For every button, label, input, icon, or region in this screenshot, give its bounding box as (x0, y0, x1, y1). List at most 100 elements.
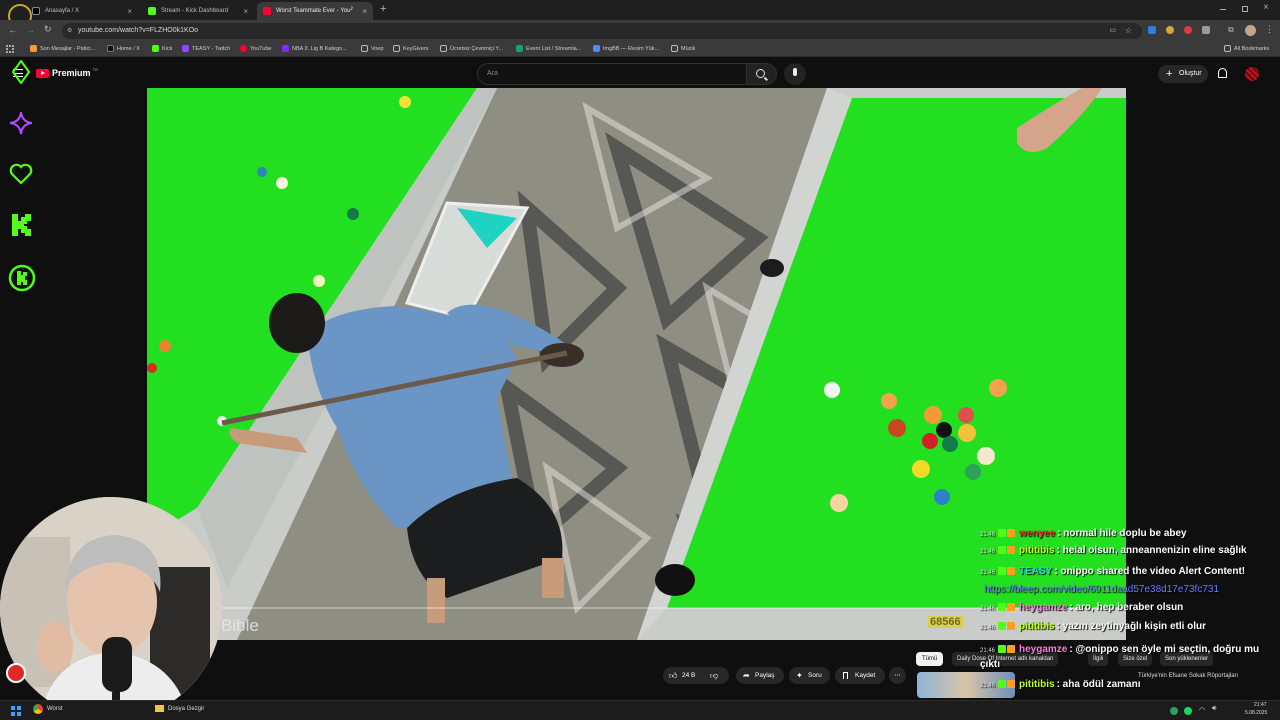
voice-search-button[interactable] (784, 63, 806, 85)
reload-icon[interactable]: ↻ (44, 24, 52, 35)
bookmark-folder[interactable]: Ücretsiz Çevrimiçi Y... (440, 45, 503, 52)
extension-icon[interactable] (1148, 26, 1156, 34)
youtube-logo[interactable]: Premium TR (36, 67, 98, 78)
browser-tab-bar: Anasayfa / X × Stream - Kick Dashboard ×… (0, 0, 1280, 28)
bookmark-item[interactable]: NBA 3. Lig B Katego... (282, 45, 347, 52)
more-actions-button[interactable]: ⋯ (889, 667, 906, 684)
bookmark-item[interactable]: Son Mesajlar - Patici... (30, 45, 95, 52)
chat-username[interactable]: wenyee (1019, 528, 1055, 539)
chat-timestamp: 21:46 (980, 549, 996, 555)
bookmark-item[interactable]: Kick (152, 45, 172, 52)
extension-icon[interactable] (1202, 26, 1210, 34)
menu-kebab-icon[interactable]: ⋮ (1265, 24, 1274, 35)
back-icon[interactable]: ← (8, 25, 17, 35)
bookmark-item[interactable]: ImgBB — Resim Yük... (593, 45, 659, 52)
notifications-bell-icon[interactable] (1218, 68, 1227, 78)
browser-toolbar: ← → ↻ ⚙ youtube.com/watch?v=FLZHO0k1KOo … (0, 20, 1280, 42)
forward-icon[interactable]: → (26, 25, 35, 35)
chat-text: : aro, hep beraber olsun (1069, 602, 1184, 613)
chat-link[interactable]: https://bleep.com/video/6911daad57e38d17… (984, 584, 1219, 595)
share-button[interactable]: ➦ Paylaş (736, 667, 784, 684)
create-button[interactable]: + Oluştur (1158, 65, 1208, 83)
chat-username[interactable]: pititibis (1019, 679, 1055, 690)
all-bookmarks[interactable]: All Bookmarks (1224, 45, 1269, 52)
x-logo-icon (32, 7, 40, 15)
chat-badge-icon (1007, 546, 1016, 554)
tray-icon[interactable] (1170, 707, 1178, 715)
site-info-icon[interactable]: ⚙ (67, 23, 72, 39)
install-app-icon[interactable]: ▭ (1109, 23, 1116, 39)
tab-youtube[interactable]: Worst Teammate Ever - You ♪ × (257, 2, 373, 20)
bookmark-folder[interactable]: KeyGivers (393, 45, 428, 52)
chat-timestamp: 21:46 (980, 683, 996, 689)
maximize-icon[interactable] (1242, 6, 1248, 12)
clock-date[interactable]: 5.08.2025 (1245, 710, 1267, 716)
url-bar[interactable]: ⚙ youtube.com/watch?v=FLZHO0k1KOo ▭ ☆ (62, 23, 1142, 39)
chat-badge-icon (1007, 645, 1016, 653)
chat-text: : onippo shared the video Alert Content! (1054, 566, 1246, 577)
chat-username[interactable]: heygamze (1019, 602, 1067, 613)
extension-icon[interactable] (1184, 26, 1192, 34)
chat-message: 21:46 pititibis: aha ödül zamanı (980, 679, 1280, 696)
premium-label: Premium (52, 68, 91, 78)
chat-badge-icon (1007, 603, 1016, 611)
new-tab-button[interactable]: + (380, 3, 386, 15)
chat-badge-icon (998, 546, 1007, 554)
sparkle-small-icon: ✦ (796, 671, 803, 680)
bookmark-star-icon[interactable]: ☆ (1125, 23, 1132, 39)
volume-icon[interactable]: 🔊︎ (1212, 705, 1216, 713)
chrome-icon (33, 704, 43, 714)
bookmark-item[interactable]: TEASY - Twitch (182, 45, 230, 52)
tab-title: Anasayfa / X (45, 8, 80, 14)
save-button[interactable]: Kaydet (835, 667, 885, 684)
like-button[interactable]: 👍︎ 24 B 👎︎ (663, 667, 729, 684)
speaker-icon[interactable]: ♪ (350, 5, 354, 12)
apps-grid-icon[interactable] (6, 45, 14, 53)
extensions-puzzle-icon[interactable]: ⧉ (1228, 25, 1234, 35)
share-arrow-icon: ➦ (743, 671, 750, 680)
close-tab-icon[interactable]: × (362, 7, 367, 16)
webcam-overlay (0, 497, 222, 720)
search-button[interactable] (747, 63, 777, 85)
close-tab-icon[interactable]: × (243, 7, 248, 16)
bookmark-item[interactable]: Event List / Streamla... (516, 45, 581, 52)
close-window-icon[interactable]: × (1263, 2, 1269, 13)
windows-start-icon[interactable] (11, 706, 21, 716)
kick-logo-icon (148, 7, 156, 15)
search-input[interactable]: Ara (477, 63, 747, 85)
bookmark-item[interactable]: YouTube (240, 45, 272, 52)
tab-x[interactable]: Anasayfa / X × (26, 2, 138, 20)
tab-kick-dashboard[interactable]: Stream - Kick Dashboard × (142, 2, 254, 20)
ask-button[interactable]: ✦ Soru (789, 667, 830, 684)
chat-username[interactable]: heygamze (1019, 644, 1067, 655)
stream-chat-overlay: 21:46 wenyee: normal hile doplu be abey 21… (980, 528, 1280, 711)
bookmark-folder[interactable]: Müzik (671, 45, 695, 52)
taskbar-chrome[interactable]: Worst (33, 704, 63, 714)
close-tab-icon[interactable]: × (127, 7, 132, 16)
youtube-logo-icon (263, 7, 271, 15)
clock-time[interactable]: 21:47 (1254, 702, 1267, 708)
windows-taskbar: Worst Dosya Gezgir ◠ 🔊︎ 21:47 5.08.2025 (0, 700, 1280, 720)
chat-username[interactable]: pititibis (1019, 621, 1055, 632)
chat-username[interactable]: TEASY (1019, 566, 1052, 577)
tab-title: Worst Teammate Ever - You (276, 8, 351, 14)
account-avatar[interactable] (1245, 67, 1259, 81)
wifi-icon[interactable]: ◠ (1199, 706, 1205, 714)
youtube-play-icon (36, 68, 49, 78)
tray-icon[interactable] (1184, 707, 1192, 715)
taskbar-file-explorer[interactable]: Dosya Gezgir (155, 705, 204, 712)
bookmark-item[interactable]: Home / X (107, 45, 140, 52)
chip-all[interactable]: Tümü (916, 652, 944, 666)
profile-avatar[interactable] (1245, 25, 1256, 36)
extension-icon[interactable] (1166, 26, 1174, 34)
thumbs-down-icon[interactable]: 👎︎ (710, 667, 718, 684)
bookmark-folder[interactable]: Voep (361, 45, 384, 52)
chat-badge-icon (1007, 680, 1016, 688)
chat-message: https://bleep.com/video/6911daad57e38d17… (980, 584, 1280, 601)
minimize-icon[interactable] (1220, 9, 1226, 10)
chat-badge-icon (998, 567, 1007, 575)
chat-text: : yazın zeytinyağlı kişin etli olur (1056, 621, 1207, 632)
chat-username[interactable]: pititibis (1019, 545, 1055, 556)
chat-text: : normal hile doplu be abey (1057, 528, 1187, 539)
chat-badge-icon (998, 603, 1007, 611)
